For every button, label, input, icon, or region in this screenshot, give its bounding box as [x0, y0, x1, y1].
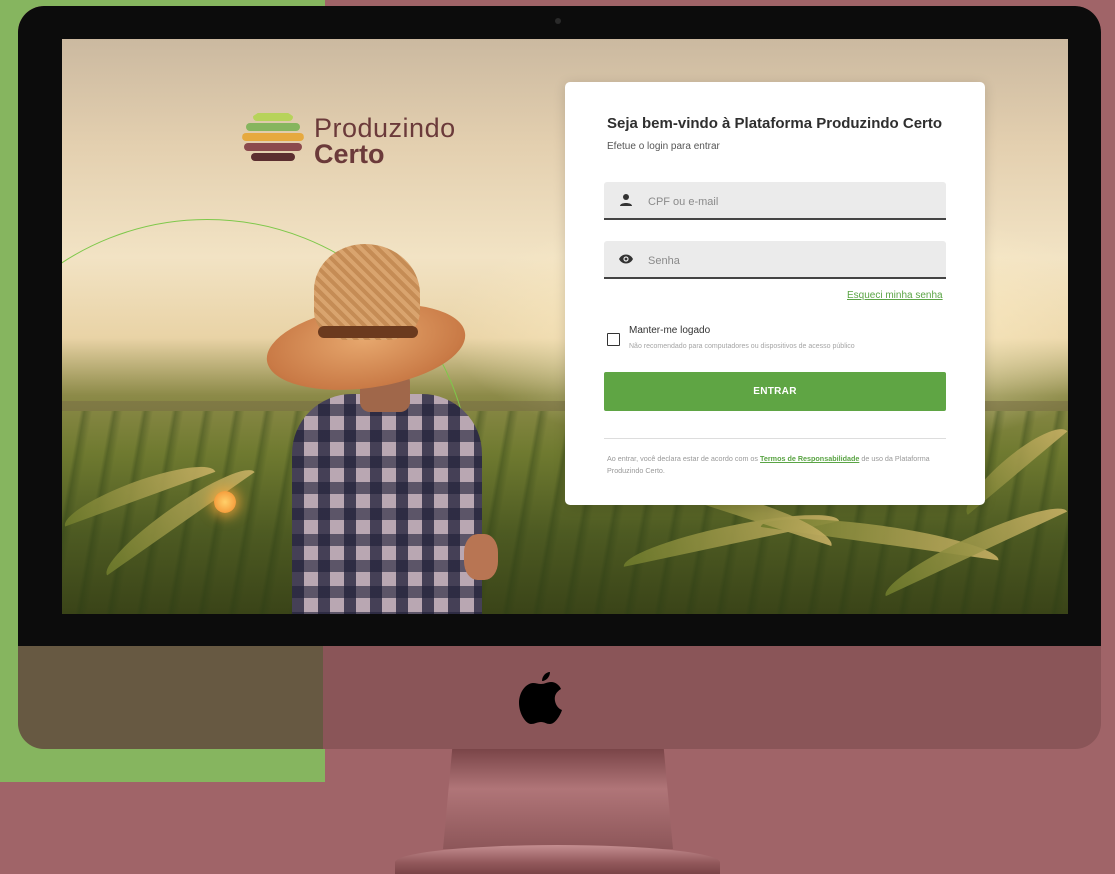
- person-icon: [620, 194, 632, 206]
- remember-note: Não recomendado para computadores ou dis…: [629, 343, 855, 350]
- apple-icon: [519, 672, 562, 724]
- login-subtitle: Efetue o login para entrar: [607, 141, 720, 152]
- chin-tint: [18, 646, 323, 749]
- sun-flare: [214, 491, 236, 513]
- camera-icon: [555, 18, 561, 24]
- brand-logo: Produzindo Certo: [242, 109, 482, 175]
- plaid-shirt: [292, 394, 482, 614]
- screen: Produzindo Certo Seja bem-vindo à Plataf…: [62, 39, 1068, 614]
- cpf-email-field[interactable]: [604, 182, 946, 220]
- password-field[interactable]: [604, 241, 946, 279]
- logo-stripes-icon: [242, 109, 304, 171]
- hat-band: [318, 326, 418, 338]
- submit-button[interactable]: ENTRAR: [604, 372, 946, 411]
- farmer-illustration: [242, 234, 502, 614]
- terms-notice: Ao entrar, você declara estar de acordo …: [607, 453, 947, 477]
- imac-stand: [443, 749, 673, 849]
- login-card: Seja bem-vindo à Plataforma Produzindo C…: [565, 82, 985, 505]
- password-input[interactable]: [646, 251, 930, 271]
- imac-stand-base: [395, 845, 720, 874]
- remember-checkbox[interactable]: [607, 333, 620, 346]
- forgot-password-link[interactable]: Esqueci minha senha: [847, 290, 943, 301]
- brand-name-line2: Certo: [314, 139, 385, 169]
- divider: [604, 438, 946, 439]
- screen-bezel: Produzindo Certo Seja bem-vindo à Plataf…: [18, 6, 1101, 646]
- cpf-email-input[interactable]: [646, 192, 930, 212]
- terms-link[interactable]: Termos de Responsabilidade: [760, 454, 859, 463]
- remember-label: Manter-me logado: [629, 325, 711, 336]
- hand: [464, 534, 498, 580]
- eye-icon[interactable]: [618, 251, 634, 267]
- login-title: Seja bem-vindo à Plataforma Produzindo C…: [607, 115, 943, 132]
- imac-body: Produzindo Certo Seja bem-vindo à Plataf…: [18, 6, 1101, 749]
- terms-prefix: Ao entrar, você declara estar de acordo …: [607, 454, 759, 463]
